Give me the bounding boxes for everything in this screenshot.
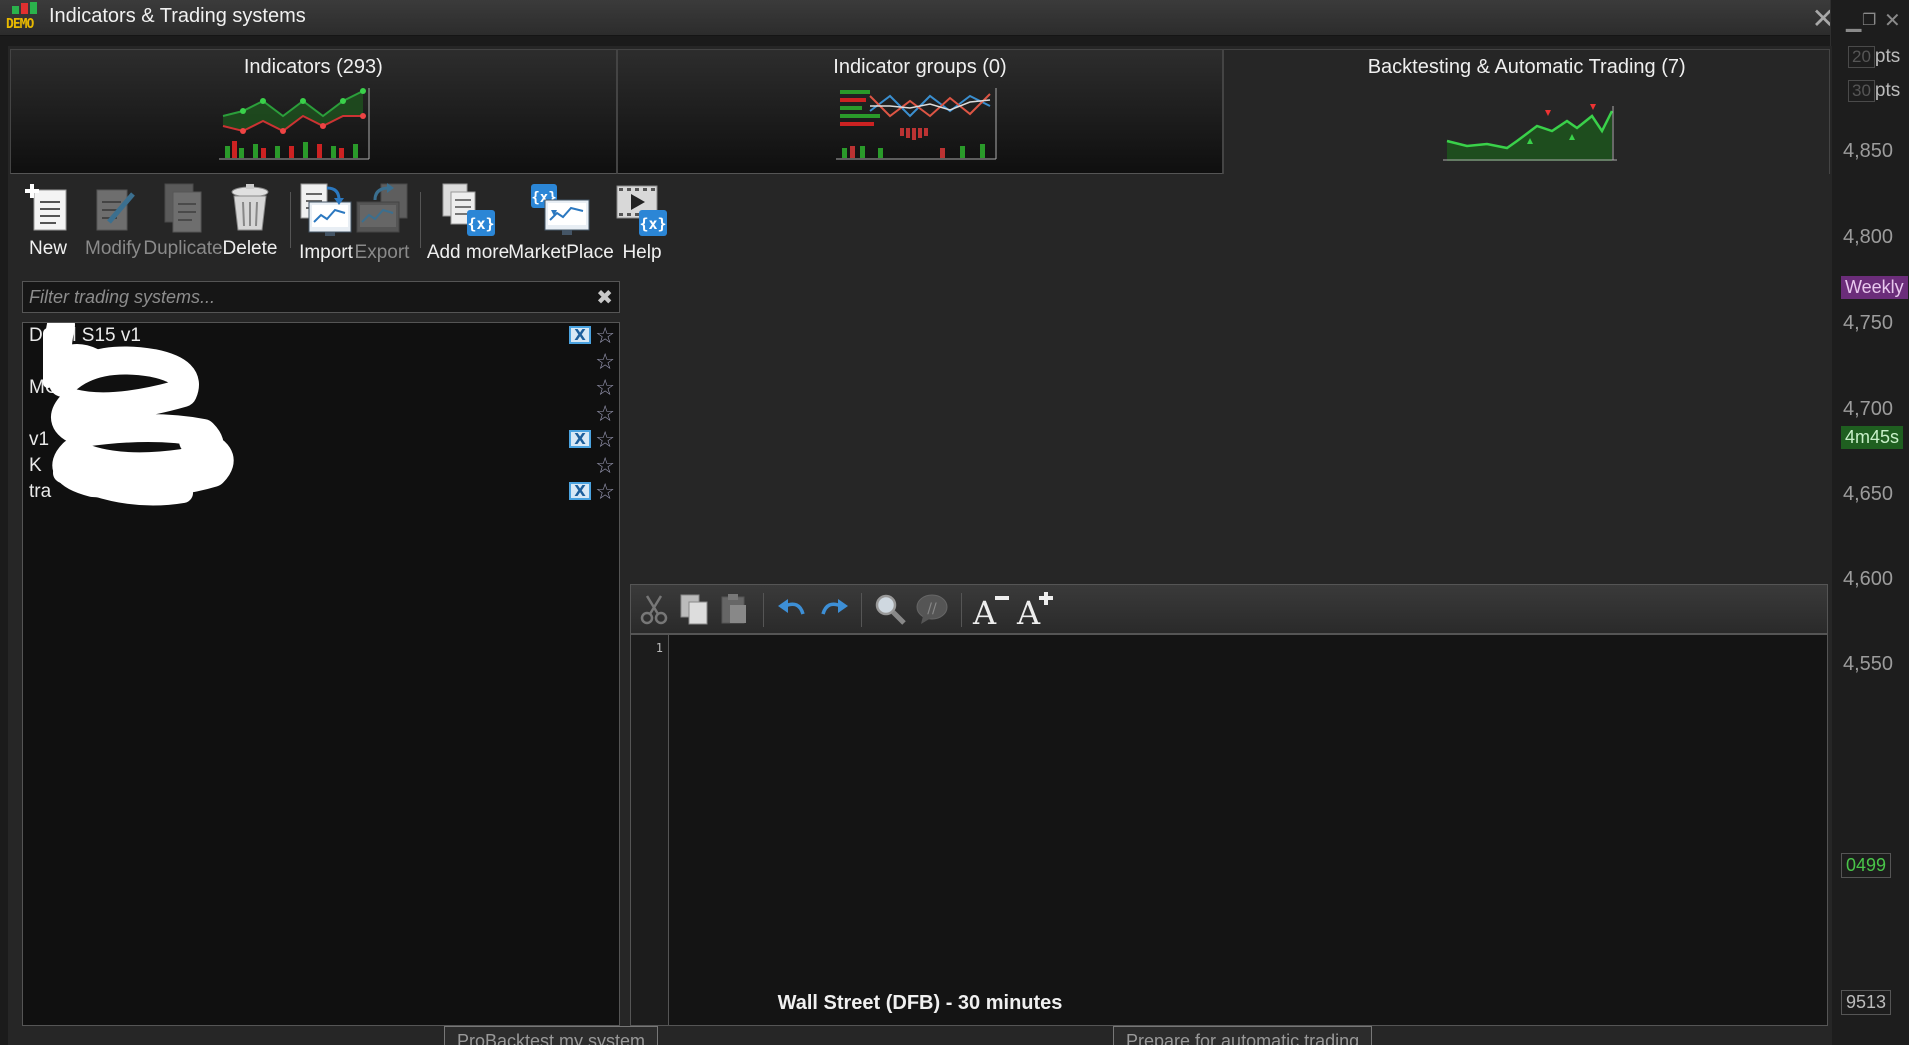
favorite-star-icon[interactable]: ☆ bbox=[595, 401, 615, 427]
help-button[interactable]: {x} Help bbox=[606, 180, 678, 270]
pts-row-1[interactable]: 20 pts bbox=[1848, 46, 1900, 68]
tab-indicators[interactable]: Indicators (293) bbox=[10, 49, 617, 174]
button-label: New bbox=[28, 238, 67, 259]
export-button[interactable]: Export bbox=[350, 180, 414, 270]
favorite-star-icon[interactable]: ☆ bbox=[595, 349, 615, 375]
font-increase-icon[interactable]: A bbox=[1015, 592, 1055, 626]
price-label: 4,800 bbox=[1843, 226, 1894, 248]
value-tag: 9513 bbox=[1841, 990, 1892, 1015]
copy-icon[interactable] bbox=[677, 592, 711, 626]
line-gutter: 1 bbox=[631, 635, 669, 1025]
redo-icon[interactable] bbox=[817, 592, 851, 626]
indicator-groups-chart-icon bbox=[836, 88, 997, 160]
button-label: Help bbox=[622, 242, 662, 263]
marketplace-icon: {x} bbox=[531, 184, 590, 235]
code-editor[interactable]: 1 bbox=[630, 634, 1828, 1026]
modify-icon bbox=[96, 189, 135, 231]
backtesting-chart-icon bbox=[1442, 104, 1617, 161]
value-tag: 0499 bbox=[1841, 853, 1892, 878]
button-label: Add more bbox=[426, 242, 510, 263]
favorite-star-icon[interactable]: ☆ bbox=[595, 427, 615, 453]
search-icon[interactable] bbox=[873, 592, 907, 626]
button-label: Import bbox=[299, 242, 353, 263]
title-bar: DEMO Indicators & Trading systems ✕ bbox=[0, 0, 1845, 36]
comment-icon[interactable]: // bbox=[915, 592, 949, 626]
filter-input[interactable] bbox=[23, 282, 583, 312]
automatic-trading-badge-icon[interactable]: X bbox=[569, 326, 591, 344]
weekly-tag: Weekly bbox=[1841, 276, 1908, 299]
tab-label: Indicator groups (0) bbox=[833, 56, 1007, 78]
svg-text:{x}: {x} bbox=[639, 215, 666, 233]
tab-label: Backtesting & Automatic Trading (7) bbox=[1367, 56, 1686, 78]
button-label: Duplicate bbox=[143, 238, 223, 259]
toolbar-separator bbox=[861, 593, 862, 627]
trash-icon bbox=[231, 184, 269, 231]
modify-button[interactable]: Modify bbox=[76, 180, 150, 270]
tab-backtesting[interactable]: Backtesting & Automatic Trading (7) bbox=[1223, 49, 1831, 174]
svg-text:A: A bbox=[1016, 594, 1041, 626]
price-label: 4,550 bbox=[1843, 653, 1894, 675]
demo-logo: DEMO bbox=[6, 2, 46, 32]
indicators-chart-icon bbox=[219, 88, 370, 160]
probacktest-button[interactable]: ProBacktest my system bbox=[444, 1026, 659, 1045]
clear-filter-icon[interactable]: ✖ bbox=[596, 285, 613, 310]
price-label: 4,750 bbox=[1843, 312, 1894, 334]
favorite-star-icon[interactable]: ☆ bbox=[595, 375, 615, 401]
dialog-body: Indicators (293) Indicator groups (0) Ba… bbox=[8, 46, 1832, 1045]
toolbar-separator bbox=[763, 593, 764, 627]
button-label: MarketPlace bbox=[508, 242, 614, 263]
export-icon bbox=[356, 183, 408, 233]
tab-bar: Indicators (293) Indicator groups (0) Ba… bbox=[10, 49, 1831, 174]
restore-icon[interactable]: ❐ bbox=[1862, 10, 1876, 30]
font-decrease-icon[interactable]: A bbox=[971, 592, 1011, 626]
new-button[interactable]: New bbox=[18, 180, 78, 270]
favorite-star-icon[interactable]: ☆ bbox=[595, 479, 615, 505]
button-label: Modify bbox=[85, 238, 141, 259]
svg-text://: // bbox=[927, 601, 937, 617]
toolbar-separator bbox=[290, 192, 291, 248]
background-close-icon[interactable]: ✕ bbox=[1884, 8, 1901, 33]
editor-toolbar: // A A bbox=[630, 584, 1828, 634]
toolbar-separator bbox=[420, 192, 421, 248]
paste-icon[interactable] bbox=[717, 592, 751, 626]
price-label: 4,700 bbox=[1843, 398, 1894, 420]
tab-indicator-groups[interactable]: Indicator groups (0) bbox=[616, 49, 1224, 174]
price-label: 4,850 bbox=[1843, 140, 1894, 162]
automatic-trading-badge-icon[interactable]: X bbox=[569, 430, 591, 448]
help-video-icon: {x} bbox=[616, 185, 667, 236]
timer-tag: 4m45s bbox=[1841, 426, 1904, 449]
trading-system-list[interactable]: Dax ll S15 v1 X ☆ ☆ MOD ☆ ☆ v1 X ☆ K ☆ t… bbox=[22, 322, 620, 1026]
duplicate-button[interactable]: Duplicate bbox=[142, 180, 224, 270]
pts-row-2[interactable]: 30 pts bbox=[1848, 80, 1900, 102]
toolbar-separator bbox=[961, 593, 962, 627]
cut-icon[interactable] bbox=[637, 592, 671, 626]
import-button[interactable]: Import bbox=[294, 180, 358, 270]
tab-label: Indicators (293) bbox=[243, 56, 383, 78]
button-label: Export bbox=[354, 242, 410, 263]
automatic-trading-badge-icon[interactable]: X bbox=[569, 482, 591, 500]
marketplace-button[interactable]: {x} MarketPlace bbox=[506, 180, 616, 270]
window-title: Indicators & Trading systems bbox=[49, 5, 306, 27]
filter-box: ✖ bbox=[22, 281, 620, 313]
add-more-button[interactable]: {x} Add more bbox=[422, 180, 514, 270]
button-label: Delete bbox=[222, 238, 278, 259]
prepare-automatic-trading-button[interactable]: Prepare for automatic trading bbox=[1113, 1026, 1373, 1045]
undo-icon[interactable] bbox=[775, 592, 809, 626]
price-label: 4,600 bbox=[1843, 568, 1894, 590]
toolbar: New Modify Duplicate Delete Import Expor… bbox=[18, 180, 818, 272]
svg-text:{x}: {x} bbox=[467, 215, 494, 233]
price-label: 4,650 bbox=[1843, 483, 1894, 505]
new-document-icon bbox=[25, 184, 67, 231]
minimize-icon[interactable]: ▁ bbox=[1846, 8, 1861, 33]
redaction-scribble bbox=[43, 323, 234, 506]
import-icon bbox=[300, 183, 352, 236]
favorite-star-icon[interactable]: ☆ bbox=[595, 453, 615, 479]
svg-text:A: A bbox=[972, 594, 997, 626]
delete-button[interactable]: Delete bbox=[218, 180, 282, 270]
line-number: 1 bbox=[655, 641, 663, 655]
favorite-star-icon[interactable]: ☆ bbox=[595, 323, 615, 349]
duplicate-icon bbox=[164, 183, 202, 233]
instrument-title: Wall Street (DFB) - 30 minutes bbox=[777, 992, 1063, 1014]
add-more-icon: {x} bbox=[442, 183, 495, 236]
